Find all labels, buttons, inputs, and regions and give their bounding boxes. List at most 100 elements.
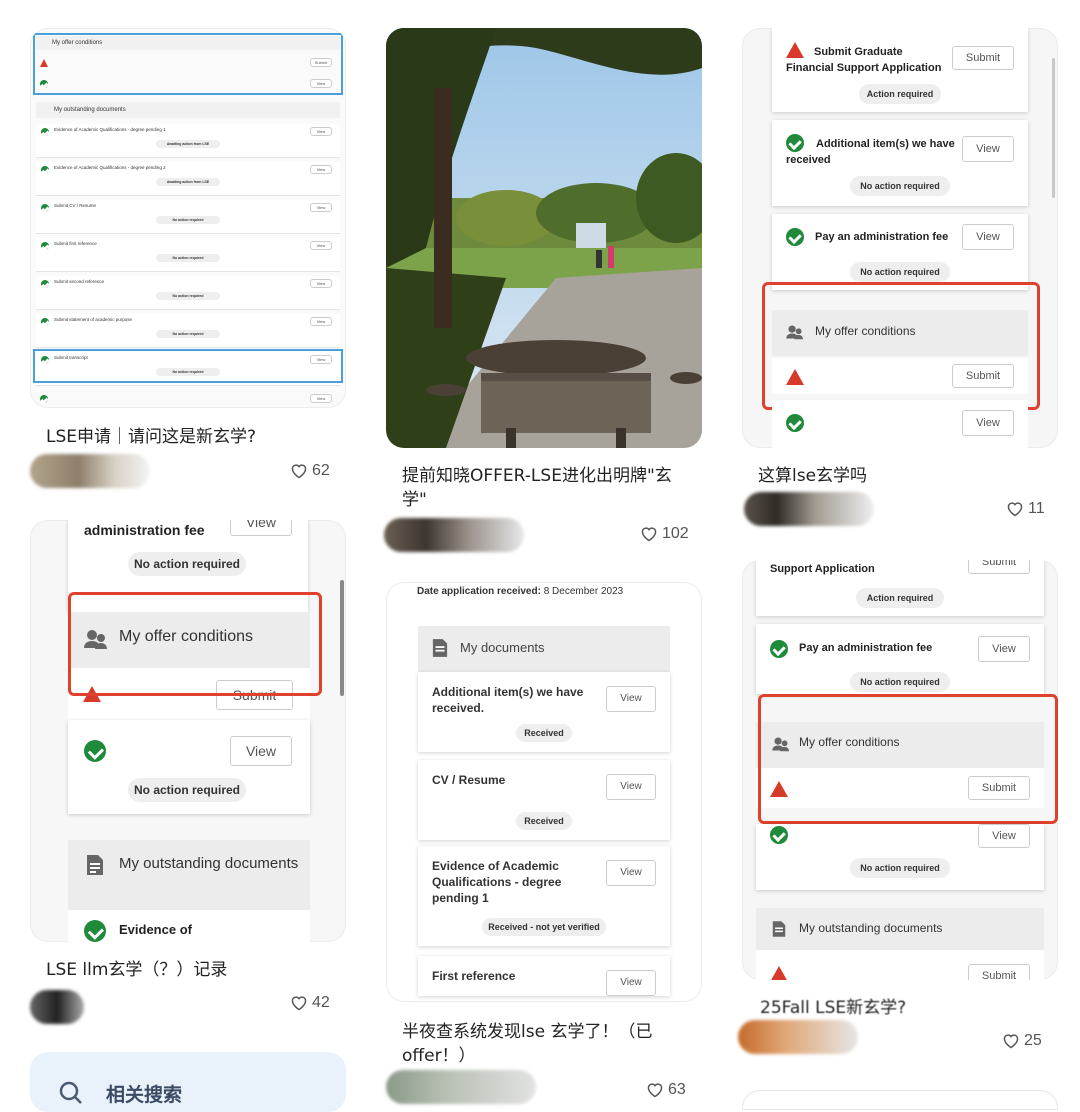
- status-badge: No action required: [128, 552, 246, 576]
- related-search-bar[interactable]: 相关搜索: [30, 1052, 346, 1112]
- view-button[interactable]: View: [978, 824, 1030, 848]
- like-count[interactable]: 63: [646, 1081, 686, 1099]
- row-label: Submit second reference: [54, 279, 105, 284]
- outstanding-header: [68, 840, 310, 910]
- submit-button[interactable]: Submit: [968, 964, 1030, 980]
- view-button[interactable]: View: [310, 317, 332, 326]
- heart-icon: [291, 996, 307, 1011]
- check-icon: [786, 414, 804, 432]
- post-card-6[interactable]: Support Application Submit Action requir…: [742, 560, 1058, 980]
- status-badge: No action required: [850, 858, 950, 878]
- post-title[interactable]: 这算lse玄学吗: [758, 464, 1048, 488]
- documents-label: My documents: [460, 640, 545, 655]
- like-count[interactable]: 62: [290, 462, 330, 480]
- heart-icon: [1003, 1034, 1019, 1049]
- check-icon: [41, 280, 49, 288]
- outstanding-label: My outstanding documents: [119, 855, 299, 872]
- outstanding-header: My outstanding documents: [36, 102, 340, 118]
- view-button[interactable]: View: [310, 394, 332, 403]
- post-card-1[interactable]: My offer conditions Submit View My outst…: [30, 28, 346, 408]
- post-card-5[interactable]: Date application received: 8 December 20…: [386, 582, 702, 1002]
- support-label: Support Application: [770, 563, 875, 575]
- submit-button[interactable]: Submit: [952, 46, 1014, 70]
- status-badge: No action required: [128, 778, 246, 802]
- document-icon: [432, 639, 448, 657]
- post-title[interactable]: 提前知晓OFFER-LSE进化出明牌"玄学": [402, 464, 692, 512]
- view-button[interactable]: View: [606, 686, 656, 712]
- like-count[interactable]: 42: [290, 994, 330, 1012]
- status-badge: No action required: [850, 672, 950, 692]
- view-button[interactable]: View: [310, 165, 332, 174]
- document-row: Additional item(s) we have received. View…: [418, 672, 670, 752]
- offer-highlight: [758, 694, 1058, 824]
- check-icon: [770, 826, 788, 844]
- post-title[interactable]: 25Fall LSE新玄学?: [760, 996, 1050, 1020]
- date-received: Date application received: 8 December 20…: [417, 586, 624, 597]
- like-count[interactable]: 102: [640, 525, 689, 543]
- outstanding-row: Evidence of Academic Qualifications - de…: [36, 162, 340, 196]
- row-label: Evidence of Academic Qualifications - de…: [54, 165, 166, 170]
- check-icon: [41, 318, 49, 326]
- check-icon: [41, 166, 49, 174]
- document-label: Evidence of Academic Qualifications - de…: [432, 859, 562, 905]
- view-button[interactable]: View: [310, 79, 332, 88]
- status-badge: Received - not yet verified: [482, 918, 606, 936]
- view-button[interactable]: View: [606, 774, 656, 800]
- evidence-label: Evidence of: [119, 922, 192, 937]
- view-button[interactable]: View: [962, 224, 1014, 250]
- admin-fee-label: Pay an administration fee: [815, 231, 949, 243]
- view-button[interactable]: View: [230, 520, 292, 536]
- post-card-4[interactable]: administration fee View No action requir…: [30, 520, 346, 942]
- view-button[interactable]: View: [606, 860, 656, 886]
- heart-icon: [647, 1083, 663, 1098]
- admin-fee-label: administration fee: [84, 522, 205, 538]
- heart-icon: [291, 464, 307, 479]
- view-button[interactable]: View: [978, 636, 1030, 662]
- warning-icon: [40, 59, 48, 67]
- avatar: [386, 1070, 536, 1104]
- scrollbar[interactable]: [340, 580, 344, 696]
- view-button[interactable]: View: [310, 127, 332, 136]
- view-button[interactable]: View: [962, 410, 1014, 436]
- view-button[interactable]: View: [310, 241, 332, 250]
- next-card-edge: [742, 1090, 1058, 1110]
- like-count[interactable]: 25: [1002, 1032, 1042, 1050]
- row-label: Submit CV / Resume: [54, 203, 97, 208]
- post-card-2[interactable]: [386, 28, 702, 448]
- submit-button[interactable]: Submit: [310, 58, 332, 67]
- document-label: First reference: [432, 969, 516, 983]
- outstanding-row: Submit second reference No action require…: [36, 276, 340, 310]
- view-button[interactable]: View: [606, 970, 656, 996]
- post-card-3[interactable]: Submit Graduate Financial Support Applic…: [742, 28, 1058, 448]
- outstanding-row: Submit CV / Resume No action required View: [36, 200, 340, 234]
- document-label: Additional item(s) we have received.: [432, 685, 584, 715]
- view-button[interactable]: View: [310, 279, 332, 288]
- outstanding-row: Submit first reference No action required…: [36, 238, 340, 272]
- outstanding-row: Submit statement of academic purpose No a…: [36, 314, 340, 348]
- post-title[interactable]: LSE llm玄学（？）记录: [46, 958, 336, 982]
- status-badge: No action required: [156, 330, 220, 338]
- status-badge: No action required: [156, 216, 220, 224]
- post-title[interactable]: LSE申请｜请问这是新玄学?: [46, 425, 336, 449]
- view-button[interactable]: View: [230, 736, 292, 766]
- status-badge: Awaiting action from LSE: [156, 178, 220, 186]
- view-button[interactable]: View: [962, 136, 1014, 162]
- view-button[interactable]: View: [310, 203, 332, 212]
- row-label: Submit statement of academic purpose: [54, 317, 133, 322]
- check-icon: [84, 740, 106, 762]
- scrollbar[interactable]: [1052, 58, 1055, 198]
- status-badge: Action required: [856, 588, 944, 608]
- offer-highlight: [762, 282, 1040, 410]
- document-icon: [772, 921, 786, 937]
- related-search-label: 相关搜索: [106, 1085, 183, 1106]
- check-icon: [786, 228, 804, 246]
- outstanding-label: My outstanding documents: [799, 921, 943, 935]
- like-count[interactable]: 11: [1006, 500, 1045, 518]
- status-badge: No action required: [156, 254, 220, 262]
- check-icon: [41, 204, 49, 212]
- post-title[interactable]: 半夜查系统发现lse 玄学了！（已offer！）: [402, 1020, 692, 1068]
- document-row: CV / Resume View Received: [418, 760, 670, 840]
- offer-header: My offer conditions: [36, 36, 340, 50]
- submit-button[interactable]: Submit: [968, 560, 1030, 574]
- status-badge: No action required: [850, 176, 950, 196]
